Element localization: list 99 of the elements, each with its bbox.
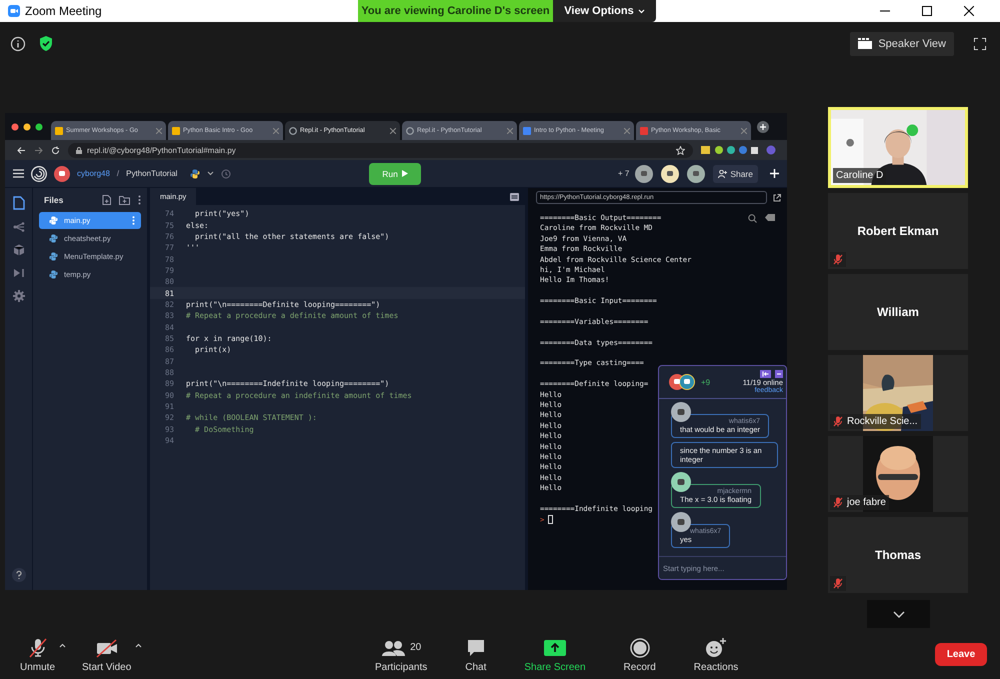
- participant-name: Thomas: [874, 548, 921, 562]
- more-icon[interactable]: [138, 195, 141, 205]
- smiley-plus-icon: [705, 638, 728, 658]
- record-button[interactable]: Record: [624, 636, 656, 672]
- participant-tile[interactable]: Rockville Scie...: [828, 355, 968, 431]
- cube-icon[interactable]: [12, 244, 24, 256]
- avatar-icon: [671, 402, 691, 422]
- participant-tile[interactable]: Robert Ekman: [828, 193, 968, 269]
- shield-icon[interactable]: [38, 35, 54, 52]
- maximize-icon[interactable]: [922, 6, 932, 16]
- info-icon[interactable]: [10, 36, 26, 52]
- project-name: PythonTutorial: [126, 169, 178, 178]
- participant-tile[interactable]: William: [828, 274, 968, 350]
- clear-icon[interactable]: [765, 214, 775, 221]
- camera-icon: [94, 636, 119, 658]
- caret-up-icon[interactable]: [135, 642, 142, 648]
- participant-name: Rockville Scie...: [847, 416, 918, 427]
- collapse-icon[interactable]: [760, 370, 771, 378]
- participant-name: joe fabre: [847, 497, 886, 508]
- new-folder-icon[interactable]: [119, 196, 130, 204]
- file-icon[interactable]: [12, 196, 24, 210]
- microphone-icon: [26, 636, 48, 658]
- address-bar[interactable]: repl.it/@cyborg48/PythonTutorial#main.py: [68, 142, 693, 158]
- favicon-icon: [640, 126, 648, 134]
- close-icon[interactable]: [964, 6, 974, 16]
- menu-icon[interactable]: [13, 169, 24, 178]
- avatar-icon: [671, 472, 691, 492]
- user-avatars-drawing: [669, 374, 697, 390]
- share-screen-button[interactable]: Share Screen: [524, 636, 586, 672]
- back-icon[interactable]: [17, 146, 26, 154]
- muted-mic-icon: [833, 578, 843, 589]
- plus-icon[interactable]: [770, 169, 779, 178]
- participants-button[interactable]: 20 Participants: [375, 636, 428, 672]
- share-screen-icon: [544, 640, 566, 656]
- grid-icon: [858, 38, 872, 49]
- collaborator-count: + 7: [618, 169, 630, 178]
- star-icon[interactable]: [676, 146, 685, 154]
- more-users-count: +9: [701, 378, 710, 386]
- python-icon: [49, 216, 58, 225]
- help-icon[interactable]: [12, 568, 26, 582]
- window-title: Zoom Meeting: [25, 4, 102, 18]
- favicon-icon: [172, 126, 180, 134]
- spiral-logo-icon[interactable]: [31, 166, 47, 182]
- chevron-down-icon[interactable]: [207, 171, 214, 176]
- share-nodes-icon[interactable]: [12, 222, 24, 232]
- python-icon: [49, 270, 58, 279]
- add-user-icon: [718, 170, 728, 178]
- panel-icon[interactable]: [510, 192, 519, 200]
- unmute-button[interactable]: Unmute: [20, 636, 56, 672]
- participant-name: Robert Ekman: [857, 224, 939, 238]
- muted-mic-icon: [833, 497, 843, 508]
- search-icon[interactable]: [748, 214, 757, 223]
- participant-tile[interactable]: Thomas: [828, 517, 968, 593]
- forward-icon[interactable]: [34, 146, 43, 154]
- external-link-icon[interactable]: [773, 194, 781, 202]
- caret-up-icon[interactable]: [59, 642, 66, 648]
- chevron-down-icon: [638, 8, 645, 14]
- collaborator-avatars-drawing: [635, 164, 706, 182]
- python-icon: [49, 234, 58, 243]
- text-cursor: [548, 514, 554, 524]
- new-file-icon[interactable]: [102, 195, 111, 205]
- leave-button[interactable]: Leave: [935, 643, 987, 666]
- chevron-down-icon: [892, 610, 904, 618]
- reactions-button[interactable]: Reactions: [694, 636, 738, 672]
- zoom-logo-icon: [8, 5, 20, 17]
- speaker-view-button[interactable]: Speaker View: [850, 32, 954, 56]
- people-icon: [381, 638, 408, 656]
- participant-tile[interactable]: Caroline D: [828, 107, 968, 188]
- history-icon[interactable]: [221, 168, 232, 178]
- files-title: Files: [44, 195, 64, 205]
- reload-icon[interactable]: [51, 146, 60, 154]
- debugger-icon[interactable]: [12, 268, 24, 278]
- path-separator: /: [116, 169, 120, 178]
- participant-name: William: [877, 305, 919, 319]
- favicon-icon: [523, 126, 531, 134]
- more-icon[interactable]: [132, 216, 135, 225]
- muted-mic-icon: [833, 254, 843, 265]
- avatar-icon: [671, 512, 691, 532]
- favicon-icon: [55, 126, 63, 134]
- window-controls-icon: [11, 122, 45, 130]
- record-icon: [630, 638, 650, 658]
- new-tab-icon[interactable]: [757, 120, 769, 132]
- muted-mic-icon: [833, 416, 843, 427]
- speech-bubble-icon: [466, 638, 486, 656]
- viewing-banner: You are viewing Caroline D's screen: [358, 0, 553, 22]
- settings-icon[interactable]: [12, 290, 24, 302]
- play-icon: [402, 170, 408, 177]
- share-button[interactable]: Share: [713, 164, 758, 182]
- python-icon: [190, 168, 200, 178]
- view-options-menu[interactable]: View Options: [553, 0, 656, 22]
- fullscreen-icon[interactable]: [974, 38, 986, 50]
- participant-name: Caroline D: [836, 170, 884, 181]
- lock-icon: [76, 146, 82, 154]
- username-link[interactable]: cyborg48: [77, 169, 110, 178]
- python-icon: [49, 252, 58, 261]
- start-video-button[interactable]: Start Video: [82, 636, 132, 672]
- chat-button[interactable]: Chat: [465, 636, 486, 672]
- avatar-icon[interactable]: [54, 166, 70, 182]
- participant-tile[interactable]: joe fabre: [828, 436, 968, 512]
